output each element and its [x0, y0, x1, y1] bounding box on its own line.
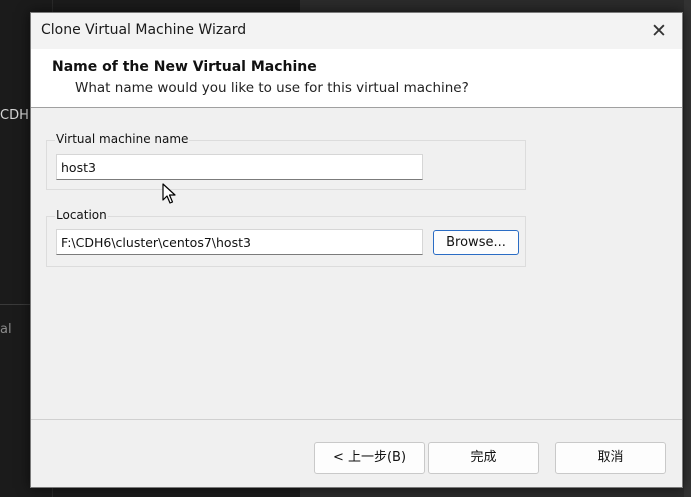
vm-name-input[interactable]: host3	[56, 154, 423, 180]
footer-separator	[31, 419, 682, 420]
clone-wizard-dialog: Clone Virtual Machine Wizard ✕ Name of t…	[30, 12, 683, 488]
location-input[interactable]: F:\CDH6\cluster\centos7\host3	[56, 229, 423, 255]
close-icon[interactable]: ✕	[646, 18, 672, 44]
location-label: Location	[55, 208, 108, 222]
background-text-top: CDH	[0, 108, 29, 123]
vm-name-group: Virtual machine name host3	[46, 132, 526, 190]
wizard-header: Name of the New Virtual Machine What nam…	[31, 49, 682, 108]
dialog-titlebar[interactable]: Clone Virtual Machine Wizard ✕	[31, 13, 682, 49]
browse-button[interactable]: Browse...	[433, 230, 519, 255]
vm-name-label: Virtual machine name	[55, 132, 190, 146]
background-text-bottom: al	[0, 322, 12, 337]
header-title: Name of the New Virtual Machine	[52, 59, 317, 75]
header-subtitle: What name would you like to use for this…	[75, 80, 469, 96]
mouse-cursor-icon	[162, 183, 176, 204]
cancel-button[interactable]: 取消	[555, 442, 666, 474]
location-group: Location F:\CDH6\cluster\centos7\host3 B…	[46, 208, 526, 267]
background-scroll-strip	[684, 0, 691, 497]
dialog-title: Clone Virtual Machine Wizard	[41, 22, 247, 38]
finish-button[interactable]: 完成	[428, 442, 539, 474]
back-button[interactable]: < 上一步(B)	[314, 442, 425, 474]
